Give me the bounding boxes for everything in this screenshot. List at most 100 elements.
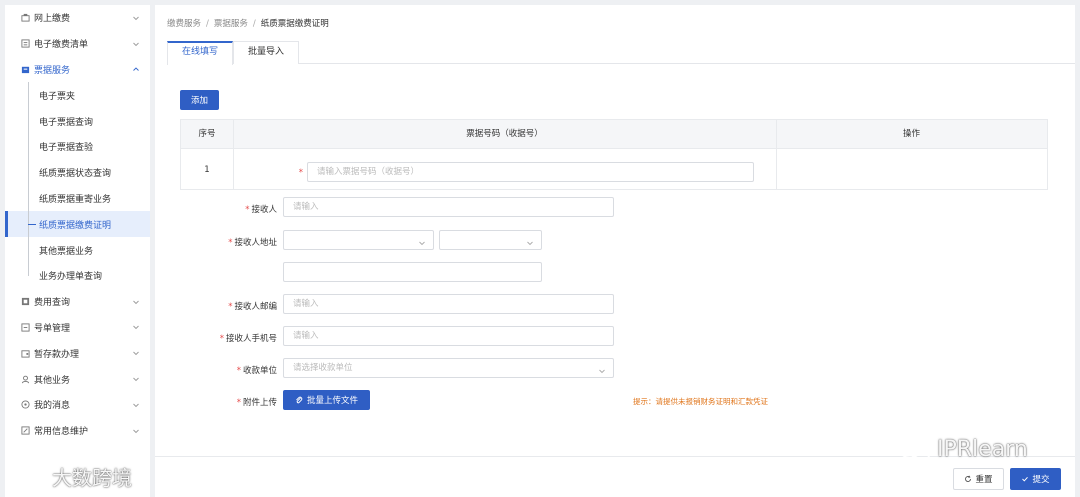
phone-input[interactable]: 请输入 (283, 326, 614, 346)
watermark-right: IPRlearn (897, 437, 1028, 462)
sidebar-subitem-label: 电子票据查验 (39, 143, 94, 154)
sidebar-subitem-label: 纸质票据缴费证明 (39, 220, 112, 231)
address-city-select[interactable] (439, 230, 542, 250)
sidebar: 网上缴费 电子缴费清单 票据服务 电子票夹 电子票据查询 电子票据查验 纸质票据… (5, 5, 150, 497)
watermark-logo-icon (9, 467, 45, 486)
other-business-icon (20, 374, 30, 384)
sidebar-item-number-manage[interactable]: 号单管理 (5, 315, 150, 341)
header-action: 操作 (902, 129, 920, 139)
sidebar-item-ticket-service[interactable]: 票据服务 (5, 57, 150, 83)
chevron-down-icon (418, 236, 426, 246)
sidebar-item-label: 电子缴费清单 (34, 40, 89, 51)
sidebar-item-e-pay-list[interactable]: 电子缴费清单 (5, 31, 150, 57)
sidebar-subitem-paper-status-query[interactable]: 纸质票据状态查询 (5, 159, 150, 186)
main-panel: 缴费服务 / 票据服务 / 纸质票据缴费证明 在线填写 批量导入 添加 序号 票据号码（… (155, 5, 1075, 497)
sidebar-item-deposit[interactable]: 暂存款办理 (5, 340, 150, 366)
address-province-select[interactable] (283, 230, 434, 250)
tab-bar: 在线填写 批量导入 (167, 41, 1075, 65)
chevron-down-icon (526, 236, 534, 246)
sidebar-subitem-paper-resend[interactable]: 纸质票据重寄业务 (5, 185, 150, 212)
breadcrumb-level2[interactable]: 票据服务 (214, 19, 248, 29)
ticket-table: 序号 票据号码（收据号） 操作 1 * 请输入票据号码（收据号） (180, 119, 1048, 190)
sidebar-subitem-label: 电子票夹 (39, 91, 76, 102)
sidebar-item-label: 号单管理 (34, 323, 71, 334)
chevron-down-icon (132, 349, 140, 357)
recipient-label: * 接收人 (245, 205, 277, 215)
add-button[interactable]: 添加 (180, 90, 219, 110)
chevron-down-icon (132, 298, 140, 306)
paperclip-icon (296, 396, 303, 404)
chevron-down-icon (132, 427, 140, 435)
recipient-input[interactable]: 请输入 (283, 197, 614, 217)
sidebar-subitem-e-ticket-folder[interactable]: 电子票夹 (5, 82, 150, 108)
fee-query-icon (20, 297, 30, 307)
submit-button[interactable]: 提交 (1010, 468, 1061, 490)
required-mark: * (298, 168, 303, 178)
sidebar-subitem-e-ticket-verify[interactable]: 电子票据查验 (5, 133, 150, 160)
sidebar-item-label: 我的消息 (34, 401, 71, 412)
check-icon (1022, 476, 1029, 482)
sidebar-item-label: 常用信息维护 (34, 427, 89, 438)
reset-label: 重置 (975, 475, 993, 485)
sidebar-subitem-order-query[interactable]: 业务办理单查询 (5, 262, 150, 289)
chevron-down-icon (132, 375, 140, 383)
number-manage-icon (20, 322, 30, 332)
chevron-down-icon (132, 14, 140, 22)
breadcrumb-current: 纸质票据缴费证明 (260, 19, 329, 29)
wechat-icon (898, 439, 931, 461)
sidebar-item-label: 费用查询 (34, 298, 71, 309)
sidebar-subitem-label: 电子票据查询 (39, 117, 94, 128)
sidebar-subitem-paper-payment-proof[interactable]: 纸质票据缴费证明 (5, 211, 150, 238)
sidebar-item-label: 其他业务 (34, 375, 71, 386)
address-label: * 接收人地址 (228, 238, 277, 248)
payee-placeholder: 请选择收款单位 (293, 363, 353, 373)
batch-upload-button[interactable]: 批量上传文件 (283, 390, 370, 410)
message-icon (20, 400, 30, 410)
sidebar-item-fee-query[interactable]: 费用查询 (5, 289, 150, 315)
breadcrumb-separator: / (206, 19, 209, 29)
active-indicator (5, 211, 8, 238)
submit-label: 提交 (1032, 475, 1050, 485)
online-pay-icon (20, 13, 30, 23)
sidebar-item-messages[interactable]: 我的消息 (5, 392, 150, 418)
sidebar-subitem-label: 其他票据业务 (39, 246, 94, 257)
sidebar-item-label: 网上缴费 (34, 14, 71, 25)
watermark-left-text: 大数跨境 (52, 466, 132, 490)
ticket-number-input[interactable]: 请输入票据号码（收据号） (307, 162, 754, 182)
phone-label: * 接收人手机号 (219, 334, 277, 344)
info-maintain-icon (20, 426, 30, 436)
breadcrumb-separator: / (252, 19, 256, 29)
breadcrumb-level1[interactable]: 缴费服务 (167, 19, 201, 29)
tab-batch-import[interactable]: 批量导入 (233, 41, 299, 64)
sidebar-item-online-pay[interactable]: 网上缴费 (5, 5, 150, 31)
list-icon (20, 39, 30, 49)
sidebar-item-label: 暂存款办理 (34, 349, 80, 360)
chevron-down-icon (132, 323, 140, 331)
upload-hint: 提示：请提供未报销财务证明和汇款凭证 (633, 397, 768, 406)
sidebar-item-info-maintain[interactable]: 常用信息维护 (5, 418, 150, 444)
sidebar-subitem-label: 纸质票据重寄业务 (39, 194, 112, 205)
payee-label: * 收款单位 (236, 366, 277, 376)
batch-upload-label: 批量上传文件 (306, 396, 358, 406)
postcode-label: * 接收人邮编 (228, 302, 277, 312)
sidebar-item-label: 票据服务 (34, 65, 71, 76)
refresh-icon (965, 475, 972, 482)
chevron-up-icon (132, 65, 140, 73)
header-index: 序号 (198, 129, 216, 139)
sidebar-item-other-business[interactable]: 其他业务 (5, 366, 150, 392)
sidebar-subitem-e-ticket-query[interactable]: 电子票据查询 (5, 108, 150, 134)
tab-online-fill[interactable]: 在线填写 (167, 41, 233, 65)
chevron-down-icon (132, 401, 140, 409)
address-detail-input[interactable] (283, 262, 542, 282)
sidebar-subitem-label: 业务办理单查询 (39, 272, 103, 283)
reset-button[interactable]: 重置 (953, 468, 1004, 490)
breadcrumb: 缴费服务 / 票据服务 / 纸质票据缴费证明 (167, 17, 329, 29)
chevron-down-icon (132, 40, 140, 48)
postcode-input[interactable]: 请输入 (283, 294, 614, 314)
header-ticket-number: 票据号码（收据号） (466, 129, 543, 139)
row-index: 1 (204, 165, 210, 175)
sidebar-subitem-other-ticket[interactable]: 其他票据业务 (5, 237, 150, 263)
ticket-icon (20, 64, 30, 74)
payee-select[interactable]: 请选择收款单位 (283, 358, 614, 378)
watermark-right-text: IPRlearn (937, 437, 1028, 462)
